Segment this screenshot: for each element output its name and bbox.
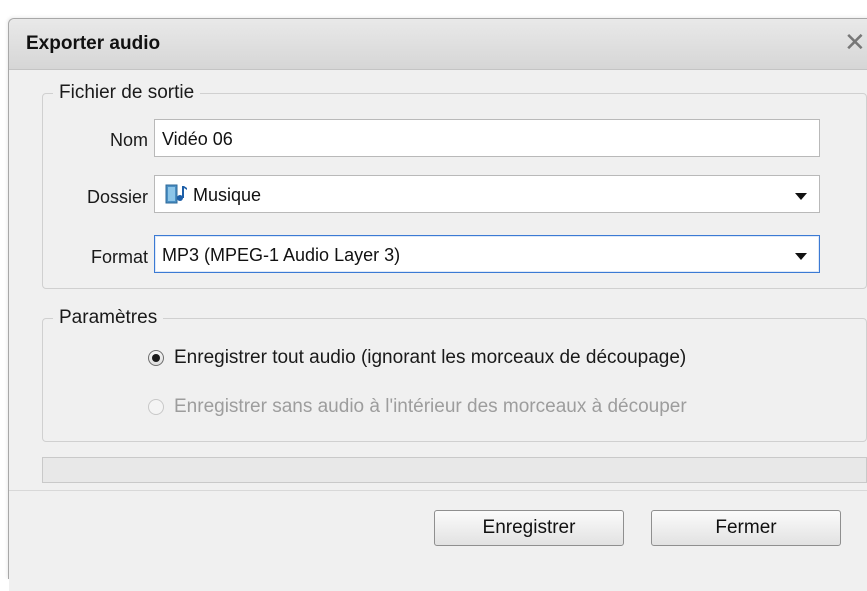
close-icon[interactable]: ✕ [844,29,866,55]
name-value: Vidéo 06 [162,129,233,149]
radio-save-all-audio[interactable]: Enregistrer tout audio (ignorant les mor… [148,347,686,369]
radio-save-without-audio-label: Enregistrer sans audio à l'intérieur des… [174,396,687,417]
dialog-title: Exporter audio [26,33,161,54]
radio-save-without-audio: Enregistrer sans audio à l'intérieur des… [148,396,687,418]
format-label: Format [90,247,148,267]
chevron-down-icon[interactable] [795,193,807,200]
export-audio-dialog: Exporter audio ✕ Fichier de sortie Nom V… [8,18,867,591]
output-file-legend: Fichier de sortie [53,82,201,104]
folder-dropdown[interactable]: Musique [154,175,820,213]
chevron-down-icon[interactable] [795,253,807,260]
radio-save-all-audio-label: Enregistrer tout audio (ignorant les mor… [174,347,687,368]
save-button[interactable]: Enregistrer [434,510,624,546]
format-dropdown[interactable]: MP3 (MPEG-1 Audio Layer 3) [154,235,820,273]
radio-button-unchecked [148,399,164,415]
parameters-group: Paramètres [42,307,867,442]
export-progress-bar [42,457,867,483]
folder-value: Musique [193,185,262,205]
name-label: Nom [109,130,148,150]
music-folder-icon [165,183,187,205]
name-input[interactable]: Vidéo 06 [154,119,820,157]
parameters-legend: Paramètres [53,307,164,329]
folder-label: Dossier [86,187,148,207]
format-value: MP3 (MPEG-1 Audio Layer 3) [162,245,401,265]
close-button[interactable]: Fermer [651,510,841,546]
title-bar[interactable]: Exporter audio ✕ [9,19,867,70]
radio-button-checked[interactable] [148,350,164,366]
